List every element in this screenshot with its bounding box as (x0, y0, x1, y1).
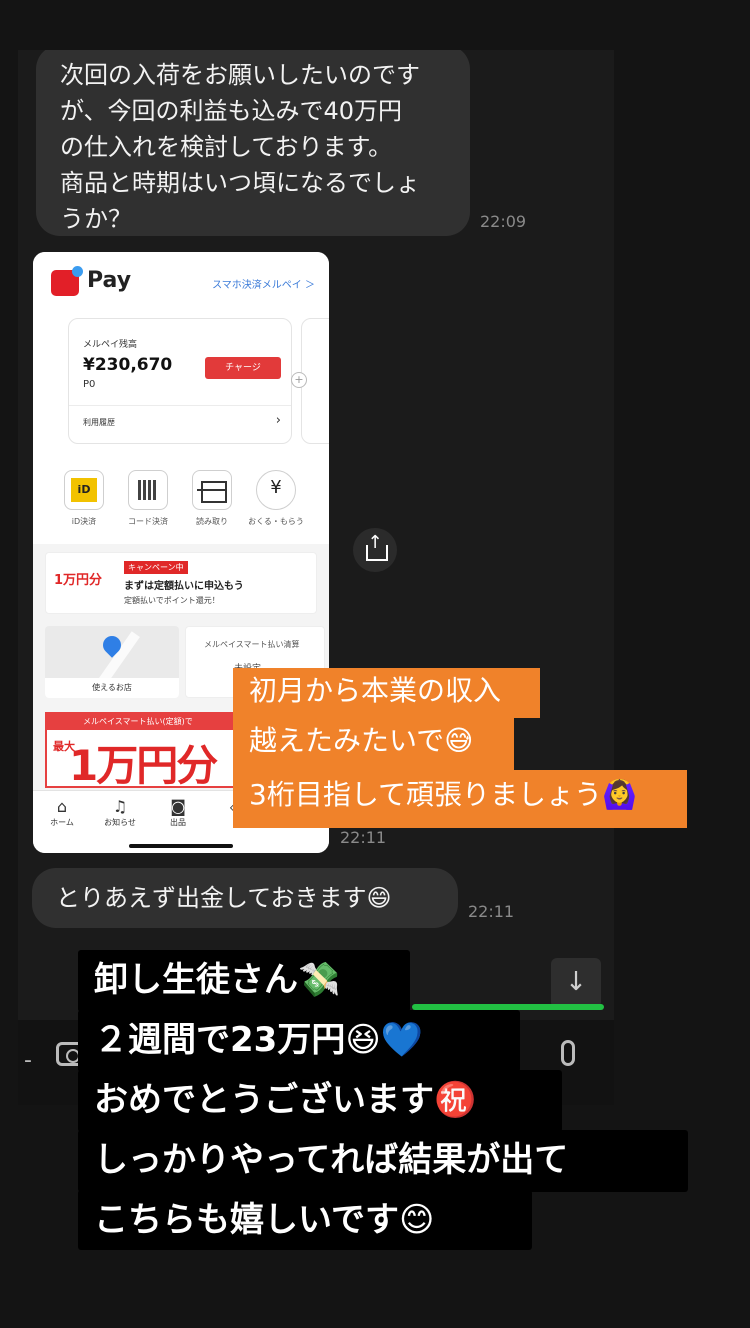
story-caption-black: しっかりやってれば結果が出て (78, 1130, 688, 1192)
message-timestamp: 22:09 (480, 212, 527, 231)
qr-code-icon (128, 470, 168, 510)
incoming-message-bubble[interactable]: 次回の入荷をお願いしたいのです が、今回の利益も込みで40万円 の仕入れを検討し… (36, 50, 470, 236)
menu-label: おくる・もらう (248, 517, 304, 526)
history-label: 利用履歴 (83, 418, 115, 427)
tab-home: ⌂ ホーム (37, 797, 87, 828)
message-line: 次回の入荷をお願いしたいのです (60, 61, 420, 89)
banner-amount: 1万円分 (69, 741, 218, 790)
app-header-area: Pay スマホ決済メルペイ ＞ メルペイ残高 ¥230,670 P0 チャージ … (33, 252, 329, 544)
home-indicator (129, 844, 233, 848)
message-line: の仕入れを検討しております。 (60, 133, 393, 161)
campaign-title: まずは定額払いに申込もう (124, 581, 244, 592)
charge-button: チャージ (205, 357, 281, 379)
campaign-card: 1万円分 キャンペーン中 まずは定額払いに申込もう 定額払いでポイント還元！ (45, 552, 317, 614)
story-caption-black: ２週間で23万円😆💙 (78, 1010, 520, 1072)
menu-label: iD決済 (71, 517, 97, 526)
tab-notifications: ♫ お知らせ (95, 797, 145, 828)
divider (69, 405, 291, 406)
tab-label: 出品 (170, 818, 186, 827)
story-caption-orange: 初月から本業の収入 (233, 668, 540, 718)
menu-label: 読み取り (196, 517, 228, 526)
tab-label: お知らせ (104, 818, 136, 827)
microphone-icon[interactable] (561, 1040, 575, 1066)
message-line: が、今回の利益も込みで40万円 (60, 97, 403, 125)
menu-scan: 読み取り (181, 470, 243, 527)
scan-icon (192, 470, 232, 510)
story-caption-orange: 越えたみたいで😅 (233, 718, 514, 770)
story-canvas: 次回の入荷をお願いしたいのです が、今回の利益も込みで40万円 の仕入れを検討し… (0, 0, 750, 1328)
plus-icon: + (291, 372, 307, 388)
yen-transfer-icon (256, 470, 296, 510)
more-icon[interactable]: - (24, 1048, 32, 1073)
balance-amount: ¥230,670 (83, 355, 173, 375)
merpay-link: スマホ決済メルペイ ＞ (212, 280, 315, 291)
merpay-logo-icon (51, 266, 83, 296)
menu-send-receive: おくる・もらう (245, 470, 307, 527)
store-map-card: 使えるお店 (45, 626, 179, 698)
map-pin-icon (99, 632, 125, 658)
message-line: 商品と時期はいつ頃になるでしょ (60, 169, 420, 197)
map-label: 使えるお店 (45, 678, 179, 698)
points-value: P0 (83, 379, 96, 390)
tab-listing: ◙ 出品 (153, 797, 203, 828)
story-caption-black: おめでとうございます㊗️ (78, 1070, 562, 1132)
story-caption-black: 卸し生徒さん💸 (78, 950, 410, 1012)
story-caption-orange: 3桁目指して頑張りましょう🙆‍♀️ (233, 770, 687, 828)
app-name: Pay (87, 268, 132, 293)
campaign-reward: 1万円分 (54, 573, 103, 588)
tab-label: ホーム (50, 818, 74, 827)
chat-screenshot: 次回の入荷をお願いしたいのです が、今回の利益も込みで40万円 の仕入れを検討し… (18, 50, 614, 1105)
smart-payment-title: メルペイスマート払い清算 (204, 640, 300, 649)
message-line: うか？ (60, 205, 132, 233)
chevron-right-icon: › (275, 413, 281, 428)
message-timestamp: 22:11 (340, 828, 387, 847)
camera-icon: ◙ (170, 797, 186, 816)
bell-icon: ♫ (112, 797, 128, 816)
menu-label: コード決済 (128, 517, 168, 526)
balance-title: メルペイ残高 (83, 340, 138, 350)
share-icon[interactable] (353, 528, 397, 572)
menu-code-payment: コード決済 (117, 470, 179, 527)
incoming-message-bubble[interactable]: とりあえず出金しておきます😄 (32, 868, 458, 928)
campaign-badge: キャンペーン中 (124, 561, 188, 574)
campaign-subtitle: 定額払いでポイント還元！ (124, 596, 220, 605)
home-icon: ⌂ (56, 797, 68, 816)
balance-card: メルペイ残高 ¥230,670 P0 チャージ 利用履歴 › (68, 318, 292, 444)
menu-id-payment: iD決済 (53, 470, 115, 527)
story-caption-black: こちらも嬉しいです😊 (78, 1190, 532, 1250)
scroll-down-arrow-icon[interactable]: ↓ (551, 958, 601, 1008)
id-icon (64, 470, 104, 510)
message-timestamp: 22:11 (468, 902, 515, 921)
